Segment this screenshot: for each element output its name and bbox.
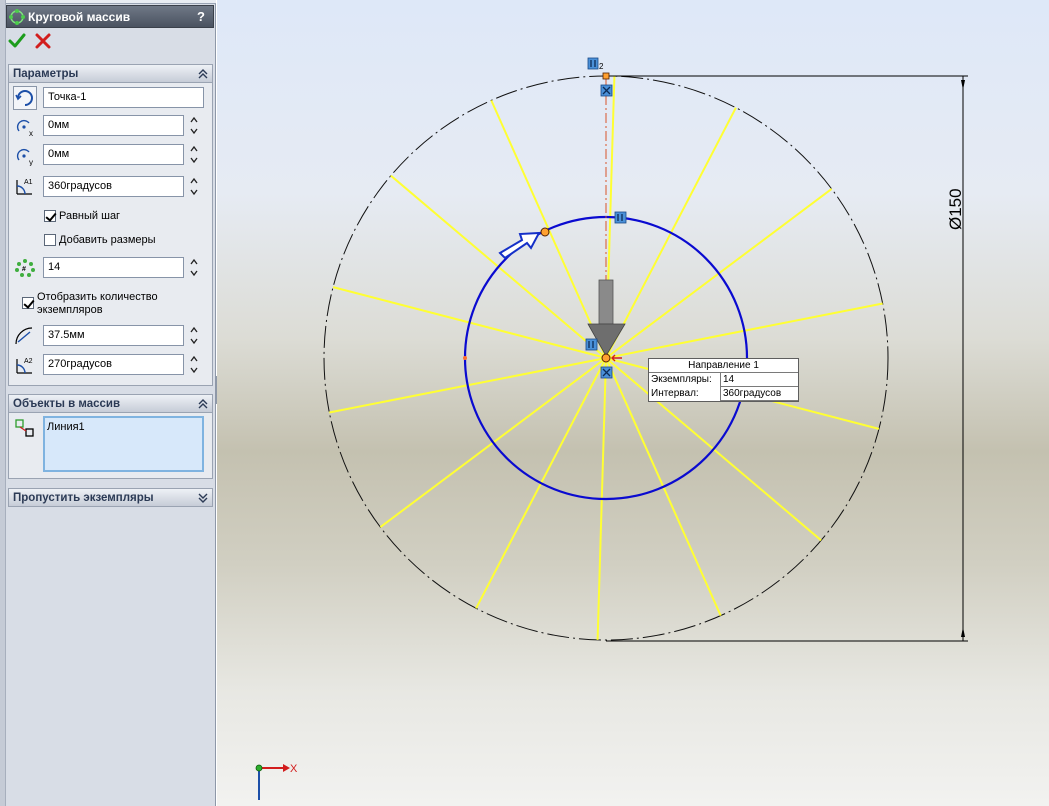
tooltip-spacing-label: Интервал: xyxy=(651,388,699,399)
list-item[interactable]: Линия1 xyxy=(47,421,200,433)
tooltip-spacing-value[interactable]: 360градусов xyxy=(720,387,798,401)
svg-text:y: y xyxy=(29,158,33,166)
instance-count-icon: # xyxy=(15,259,35,277)
svg-text:A1: A1 xyxy=(24,179,33,186)
add-dimensions-checkbox[interactable] xyxy=(44,234,56,246)
expand-chevron-icon[interactable] xyxy=(197,492,209,504)
collapse-chevron-icon[interactable] xyxy=(197,398,209,410)
add-dimensions-label: Добавить размеры xyxy=(59,234,156,246)
reverse-direction-icon[interactable] xyxy=(13,86,37,110)
center-y-field[interactable]: 0мм xyxy=(43,144,184,165)
parameters-group-header[interactable]: Параметры xyxy=(8,64,213,83)
pattern-angle-field[interactable]: 360градусов xyxy=(43,176,184,197)
sketch-entities-icon xyxy=(15,419,34,437)
skip-instances-group-header[interactable]: Пропустить экземпляры xyxy=(8,488,213,507)
radius-field[interactable]: 37.5мм xyxy=(43,325,184,346)
center-point-field[interactable]: Точка-1 xyxy=(43,87,204,108)
property-manager: Круговой массив ? Параметры Точка-1 x 0м… xyxy=(0,0,216,806)
arc-angle-field[interactable]: 270градусов xyxy=(43,354,184,375)
arc-angle-stepper[interactable] xyxy=(189,354,199,375)
pattern-direction-tooltip: Направление 1 Экземпляры: 14 Интервал: 3… xyxy=(648,358,799,402)
ok-check-icon[interactable] xyxy=(8,32,26,50)
entities-list[interactable]: Линия1 xyxy=(43,416,204,472)
collapse-chevron-icon[interactable] xyxy=(197,68,209,80)
center-y-icon: y xyxy=(16,148,33,166)
equal-spacing-checkbox[interactable] xyxy=(44,210,56,222)
parameters-group-title: Параметры xyxy=(13,67,79,80)
pattern-angle-icon: A1 xyxy=(16,179,33,195)
feature-title-bar: Круговой массив ? xyxy=(6,5,214,28)
instance-count-stepper[interactable] xyxy=(189,257,199,278)
manager-side-strip xyxy=(0,0,6,806)
cancel-x-icon[interactable] xyxy=(34,32,52,50)
show-instance-count-label: Отобразить количество экземпляров xyxy=(37,291,158,317)
entities-group-header[interactable]: Объекты в массив xyxy=(8,394,213,413)
tooltip-instances-label: Экземпляры: xyxy=(651,374,712,385)
center-y-stepper[interactable] xyxy=(189,144,199,165)
feature-title: Круговой массив xyxy=(28,9,131,24)
show-instance-count-label-line1: Отобразить количество xyxy=(37,291,158,303)
center-x-stepper[interactable] xyxy=(189,115,199,136)
equal-spacing-label: Равный шаг xyxy=(59,210,121,222)
center-x-icon: x xyxy=(16,119,33,137)
manager-tabs[interactable] xyxy=(6,0,216,4)
entities-group-title: Объекты в массив xyxy=(13,397,121,410)
svg-text:A2: A2 xyxy=(24,358,33,365)
center-x-field[interactable]: 0мм xyxy=(43,115,184,136)
circular-pattern-icon xyxy=(9,8,25,25)
show-instance-count-checkbox[interactable] xyxy=(22,297,34,309)
pattern-angle-stepper[interactable] xyxy=(189,176,199,197)
show-instance-count-label-line2: экземпляров xyxy=(37,304,103,316)
skip-instances-group-title: Пропустить экземпляры xyxy=(13,491,154,504)
radius-icon xyxy=(15,327,33,345)
svg-text:x: x xyxy=(29,129,33,137)
instance-count-field[interactable]: 14 xyxy=(43,257,184,278)
help-button[interactable]: ? xyxy=(193,9,209,25)
tooltip-instances-value[interactable]: 14 xyxy=(720,372,798,387)
tooltip-title: Направление 1 xyxy=(649,359,798,373)
radius-stepper[interactable] xyxy=(189,325,199,346)
graphics-area[interactable] xyxy=(217,0,1049,806)
svg-text:#: # xyxy=(22,266,26,273)
arc-angle-icon: A2 xyxy=(16,358,33,374)
